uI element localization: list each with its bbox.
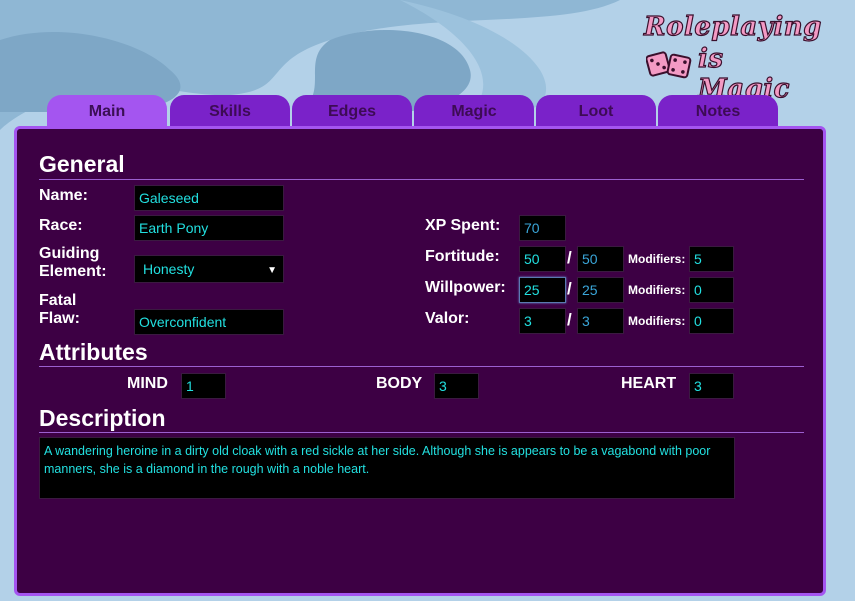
logo-text-line1: Roleplaying	[643, 11, 822, 42]
tab-main[interactable]: Main	[47, 95, 167, 129]
valor-modifiers-input[interactable]: 0	[689, 308, 734, 334]
dice-icon	[646, 51, 692, 79]
xp-spent-input[interactable]: 70	[519, 215, 566, 241]
heart-label: HEART	[621, 375, 677, 392]
fortitude-max-input[interactable]: 50	[577, 246, 624, 272]
chevron-down-icon: ▼	[267, 265, 277, 276]
fortitude-current-input[interactable]: 50	[519, 246, 566, 272]
willpower-modifiers-label: Modifiers:	[628, 283, 686, 297]
name-input[interactable]: Galeseed	[134, 185, 284, 211]
valor-label: Valor:	[425, 310, 470, 327]
body-input[interactable]: 3	[434, 373, 479, 399]
willpower-max-input[interactable]: 25	[577, 277, 624, 303]
race-input[interactable]: Earth Pony	[134, 215, 284, 241]
valor-modifiers-label: Modifiers:	[628, 314, 686, 328]
willpower-modifiers-input[interactable]: 0	[689, 277, 734, 303]
mind-input[interactable]: 1	[181, 373, 226, 399]
mind-label: MIND	[127, 375, 168, 392]
description-textarea[interactable]: A wandering heroine in a dirty old cloak…	[39, 437, 735, 499]
fortitude-modifiers-input[interactable]: 5	[689, 246, 734, 272]
main-panel: General Name: Galeseed Race: Earth Pony …	[14, 126, 826, 596]
willpower-current-input[interactable]: 25	[519, 277, 566, 303]
guiding-element-label: Guiding Element:	[39, 245, 107, 280]
willpower-slash: /	[567, 279, 572, 298]
valor-max-input[interactable]: 3	[577, 308, 624, 334]
fortitude-modifiers-label: Modifiers:	[628, 252, 686, 266]
valor-current-input[interactable]: 3	[519, 308, 566, 334]
xp-spent-label: XP Spent:	[425, 217, 501, 234]
general-divider	[39, 179, 804, 180]
willpower-label: Willpower:	[425, 279, 506, 296]
general-heading: General	[39, 151, 125, 177]
valor-slash: /	[567, 310, 572, 329]
body-label: BODY	[376, 375, 423, 392]
guiding-element-value: Honesty	[143, 261, 195, 277]
tab-loot[interactable]: Loot	[536, 95, 656, 127]
tab-edges[interactable]: Edges	[292, 95, 412, 127]
attributes-heading: Attributes	[39, 339, 148, 365]
tab-skills[interactable]: Skills	[170, 95, 290, 127]
fortitude-label: Fortitude:	[425, 248, 500, 265]
tab-magic[interactable]: Magic	[414, 95, 534, 127]
fatal-flaw-input[interactable]: Overconfident	[134, 309, 284, 335]
name-label: Name:	[39, 187, 88, 204]
heart-input[interactable]: 3	[689, 373, 734, 399]
fortitude-slash: /	[567, 248, 572, 267]
roleplaying-is-magic-logo: Roleplaying is Magic	[640, 10, 822, 104]
race-label: Race:	[39, 217, 83, 234]
tab-notes[interactable]: Notes	[658, 95, 778, 127]
fatal-flaw-label: Fatal Flaw:	[39, 292, 80, 327]
description-divider	[39, 432, 804, 433]
guiding-element-select[interactable]: Honesty ▼	[134, 255, 284, 283]
description-heading: Description	[39, 405, 166, 431]
attributes-divider	[39, 366, 804, 367]
